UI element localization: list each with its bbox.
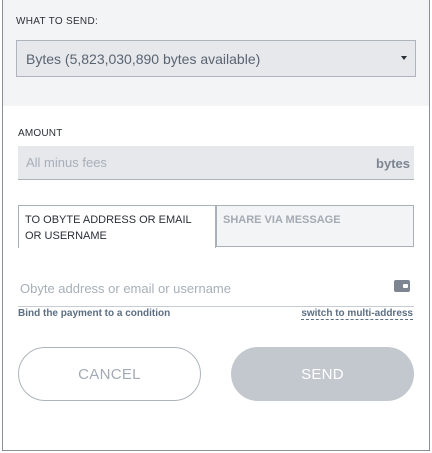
send-button[interactable]: SEND <box>231 347 414 401</box>
asset-select-value: Bytes (5,823,030,890 bytes available) <box>26 50 261 67</box>
amount-unit: bytes <box>376 156 410 171</box>
wallet-icon[interactable] <box>394 280 410 292</box>
what-to-send-label: WHAT TO SEND: <box>16 16 99 27</box>
recipient-placeholder: Obyte address or email or username <box>20 281 231 296</box>
recipient-input[interactable]: Obyte address or email or username <box>18 275 414 307</box>
switch-multi-address-link[interactable]: switch to multi-address <box>301 308 413 320</box>
tab-address[interactable]: TO OBYTE ADDRESS OR EMAIL OR USERNAME <box>18 205 216 248</box>
tab-share-via-message[interactable]: SHARE VIA MESSAGE <box>216 205 414 247</box>
amount-label: AMOUNT <box>18 128 63 139</box>
bind-condition-link[interactable]: Bind the payment to a condition <box>18 308 170 319</box>
cancel-button[interactable]: CANCEL <box>18 347 201 401</box>
asset-section: WHAT TO SEND: Bytes (5,823,030,890 bytes… <box>3 0 429 106</box>
amount-placeholder: All minus fees <box>26 155 107 170</box>
send-form: WHAT TO SEND: Bytes (5,823,030,890 bytes… <box>2 0 430 451</box>
amount-input[interactable]: All minus fees bytes <box>18 146 414 180</box>
asset-select[interactable]: Bytes (5,823,030,890 bytes available) <box>16 40 416 77</box>
chevron-down-icon <box>401 56 407 60</box>
